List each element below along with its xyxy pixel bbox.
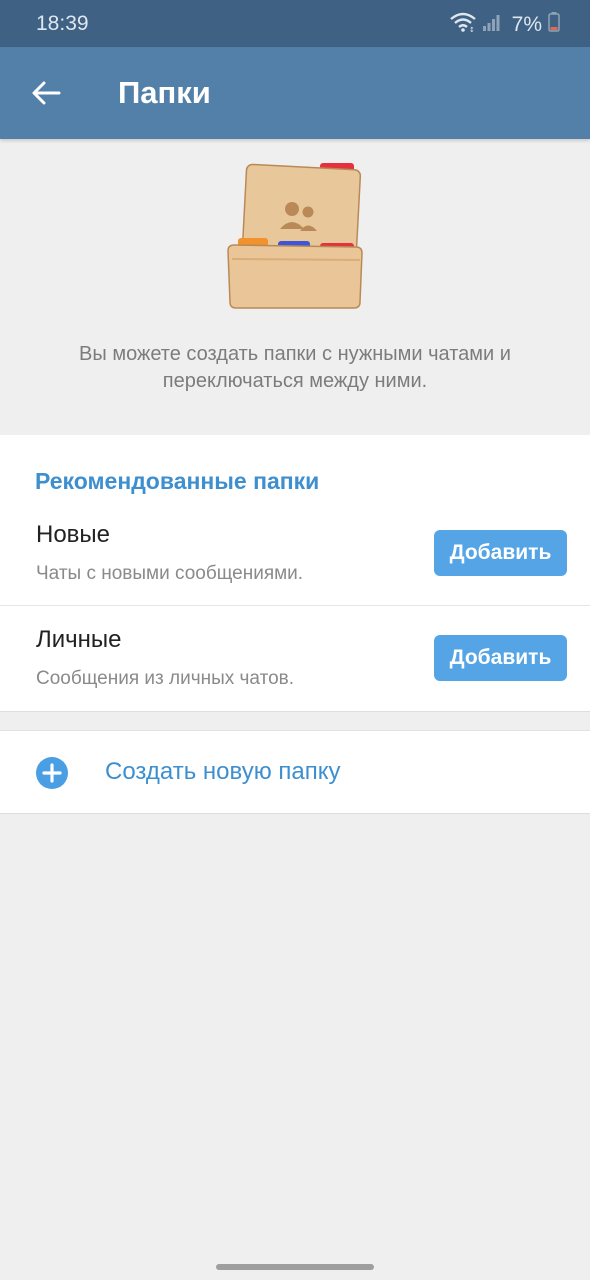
create-folder-button[interactable]: Создать новую папку (0, 730, 590, 814)
create-folder-label: Создать новую папку (105, 758, 341, 785)
recommended-item-personal: Личные Сообщения из личных чатов. Добави… (0, 606, 590, 710)
page-title: Папки (118, 75, 211, 110)
app-bar: Папки (0, 47, 590, 139)
status-icons: ↕ 7% (449, 12, 560, 37)
status-time: 18:39 (36, 12, 89, 35)
status-bar: 18:39 ↕ 7% (0, 0, 590, 47)
arrow-left-icon (32, 81, 61, 105)
wifi-icon: ↕ (449, 12, 476, 37)
battery-percent: 7% (511, 12, 542, 36)
add-button-new[interactable]: Добавить (434, 530, 567, 576)
hero: Вы можете создать папки с нужными чатами… (0, 139, 590, 434)
back-button[interactable] (20, 69, 72, 117)
folder-title: Личные (36, 626, 122, 653)
recommended-folders-section: Рекомендованные папки Новые Чаты с новым… (0, 435, 590, 712)
home-indicator[interactable] (216, 1264, 374, 1270)
folder-title: Новые (36, 521, 111, 548)
folder-icon (220, 159, 370, 319)
battery-icon (548, 12, 560, 37)
hero-description: Вы можете создать папки с нужными чатами… (79, 343, 511, 392)
svg-text:↕: ↕ (469, 26, 475, 32)
add-button-personal[interactable]: Добавить (434, 635, 567, 681)
plus-circle-icon (35, 756, 69, 795)
folder-subtitle: Чаты с новыми сообщениями. (36, 563, 304, 584)
section-header: Рекомендованные папки (35, 468, 320, 494)
recommended-item-new: Новые Чаты с новыми сообщениями. Добавит… (0, 501, 590, 606)
signal-icon (482, 13, 500, 36)
folder-subtitle: Сообщения из личных чатов. (36, 668, 295, 689)
